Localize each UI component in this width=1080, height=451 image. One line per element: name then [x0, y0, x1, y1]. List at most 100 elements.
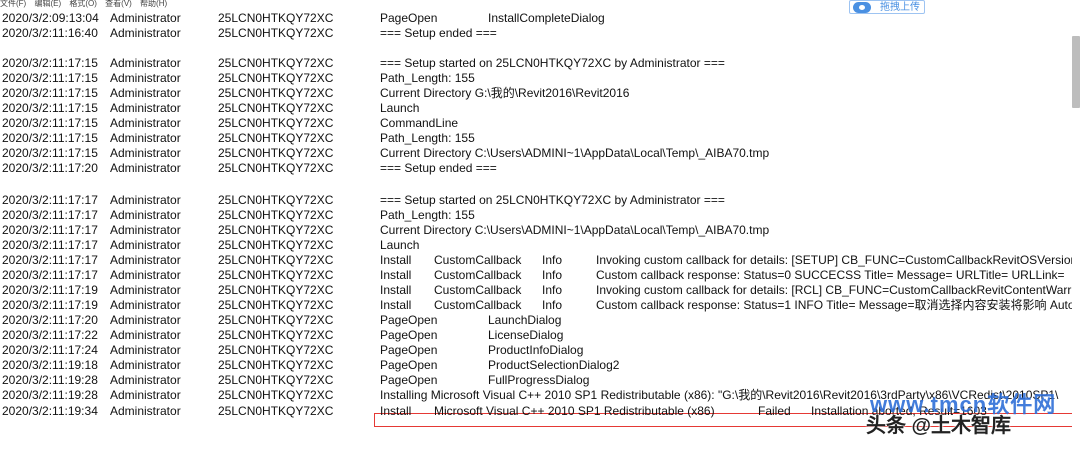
log-user: Administrator [110, 373, 181, 387]
log-host: 25LCN0HTKQY72XC [218, 328, 334, 342]
log-timestamp: 2020/3/2:11:17:19 [2, 283, 98, 297]
log-timestamp: 2020/3/2:11:17:15 [2, 146, 98, 160]
log-user: Administrator [110, 11, 181, 25]
log-timestamp: 2020/3/2:11:17:17 [2, 223, 98, 237]
log-dialog-name: InstallCompleteDialog [488, 11, 605, 25]
log-timestamp: 2020/3/2:11:17:17 [2, 208, 98, 222]
log-row: 2020/3/2:11:17:15 Administrator 25LCN0HTKQ… [0, 131, 1072, 146]
log-action: Install [380, 268, 412, 282]
log-user: Administrator [110, 268, 181, 282]
log-timestamp: 2020/3/2:09:13:04 [2, 11, 99, 25]
log-action: Path_Length: 155 [380, 71, 475, 85]
log-host: 25LCN0HTKQY72XC [218, 373, 334, 387]
log-action: Launch [380, 101, 420, 115]
log-row: 2020/3/2:11:17:17 Administrator 25LCN0HTKQ… [0, 208, 1072, 223]
log-row: 2020/3/2:11:17:15 Administrator 25LCN0HTKQ… [0, 116, 1072, 131]
log-user: Administrator [110, 101, 181, 115]
log-row: 2020/3/2:11:16:40 Administrator 25LCN0HTKQ… [0, 26, 1072, 41]
log-host: 25LCN0HTKQY72XC [218, 56, 334, 70]
log-message: Custom callback response: Status=0 SUCCE… [596, 268, 1065, 282]
log-user: Administrator [110, 116, 181, 130]
log-timestamp: 2020/3/2:11:17:17 [2, 268, 98, 282]
log-category: CustomCallback [434, 283, 522, 297]
log-user: Administrator [110, 161, 181, 175]
menu-format[interactable]: 格式(O) [69, 0, 97, 8]
log-timestamp: 2020/3/2:11:17:15 [2, 71, 98, 85]
log-row: 2020/3/2:11:17:17 Administrator 25LCN0HTKQ… [0, 238, 1072, 253]
log-timestamp: 2020/3/2:11:17:15 [2, 86, 98, 100]
log-row: 2020/3/2:11:17:22 Administrator 25LCN0HTKQ… [0, 328, 1072, 343]
log-host: 25LCN0HTKQY72XC [218, 404, 334, 418]
log-level: Info [542, 283, 563, 297]
log-row: 2020/3/2:11:17:17 Administrator 25LCN0HTKQ… [0, 223, 1072, 238]
log-user: Administrator [110, 283, 181, 297]
log-level: Info [542, 298, 563, 312]
menu-file[interactable]: 文件(F) [0, 0, 26, 8]
log-row: 2020/3/2:11:17:15 Administrator 25LCN0HTKQ… [0, 146, 1072, 161]
log-row: 2020/3/2:11:19:28 Administrator 25LCN0HTKQ… [0, 373, 1072, 388]
log-user: Administrator [110, 404, 181, 418]
menu-view[interactable]: 查看(V) [105, 0, 132, 8]
log-level: Info [542, 253, 563, 267]
log-dialog-name: FullProgressDialog [488, 373, 590, 387]
log-user: Administrator [110, 343, 181, 357]
log-action: Install [380, 298, 412, 312]
log-user: Administrator [110, 56, 181, 70]
log-action: Install [380, 404, 412, 418]
log-user: Administrator [110, 238, 181, 252]
log-user: Administrator [110, 193, 181, 207]
log-host: 25LCN0HTKQY72XC [218, 343, 334, 357]
log-timestamp: 2020/3/2:11:17:15 [2, 131, 98, 145]
log-host: 25LCN0HTKQY72XC [218, 268, 334, 282]
log-status: Failed [758, 404, 791, 418]
log-host: 25LCN0HTKQY72XC [218, 358, 334, 372]
log-timestamp: 2020/3/2:11:19:28 [2, 373, 98, 387]
log-category: Microsoft Visual C++ 2010 SP1 Redistribu… [434, 404, 715, 418]
vertical-scrollbar-thumb[interactable] [1072, 36, 1080, 108]
log-user: Administrator [110, 26, 181, 40]
log-action: PageOpen [380, 358, 438, 372]
log-text-area[interactable]: 2020/3/2:09:13:04 Administrator 25LCN0HTKQ… [0, 9, 1072, 451]
log-host: 25LCN0HTKQY72XC [218, 101, 334, 115]
log-dialog-name: LaunchDialog [488, 313, 562, 327]
log-row: 2020/3/2:11:19:18 Administrator 25LCN0HTKQ… [0, 358, 1072, 373]
log-host: 25LCN0HTKQY72XC [218, 71, 334, 85]
log-user: Administrator [110, 358, 181, 372]
log-timestamp: 2020/3/2:11:17:15 [2, 116, 98, 130]
log-message: Invoking custom callback for details: [S… [596, 253, 1072, 267]
log-user: Administrator [110, 208, 181, 222]
log-category: CustomCallback [434, 253, 522, 267]
log-timestamp: 2020/3/2:11:17:20 [2, 161, 98, 175]
log-host: 25LCN0HTKQY72XC [218, 223, 334, 237]
log-user: Administrator [110, 146, 181, 160]
log-timestamp: 2020/3/2:11:17:19 [2, 298, 98, 312]
log-action: PageOpen [380, 11, 438, 25]
log-host: 25LCN0HTKQY72XC [218, 298, 334, 312]
log-user: Administrator [110, 86, 181, 100]
log-action: Path_Length: 155 [380, 131, 475, 145]
log-host: 25LCN0HTKQY72XC [218, 388, 334, 402]
log-timestamp: 2020/3/2:11:17:17 [2, 253, 98, 267]
menu-edit[interactable]: 编辑(E) [34, 0, 61, 8]
log-user: Administrator [110, 223, 181, 237]
log-row: 2020/3/2:11:17:24 Administrator 25LCN0HTKQ… [0, 343, 1072, 358]
log-action: Install [380, 253, 412, 267]
log-action: Install [380, 283, 412, 297]
log-action: PageOpen [380, 373, 438, 387]
log-user: Administrator [110, 131, 181, 145]
log-user: Administrator [110, 71, 181, 85]
menu-help[interactable]: 帮助(H) [140, 0, 167, 8]
log-level: Info [542, 268, 563, 282]
log-timestamp: 2020/3/2:11:19:34 [2, 404, 98, 418]
log-row: 2020/3/2:11:17:17 Administrator 25LCN0HTKQ… [0, 268, 1072, 283]
log-timestamp: 2020/3/2:11:17:15 [2, 56, 98, 70]
log-row: 2020/3/2:11:17:15 Administrator 25LCN0HTKQ… [0, 71, 1072, 86]
log-row: 2020/3/2:11:17:17 Administrator 25LCN0HTKQ… [0, 193, 1072, 208]
log-action: Current Directory G:\我的\Revit2016\Revit2… [380, 86, 630, 100]
log-category: CustomCallback [434, 268, 522, 282]
log-action: === Setup started on 25LCN0HTKQY72XC by … [380, 193, 725, 207]
log-row: 2020/3/2:11:17:15 Administrator 25LCN0HTKQ… [0, 56, 1072, 71]
log-host: 25LCN0HTKQY72XC [218, 86, 334, 100]
log-row: 2020/3/2:11:17:15 Administrator 25LCN0HTKQ… [0, 86, 1072, 101]
log-host: 25LCN0HTKQY72XC [218, 146, 334, 160]
